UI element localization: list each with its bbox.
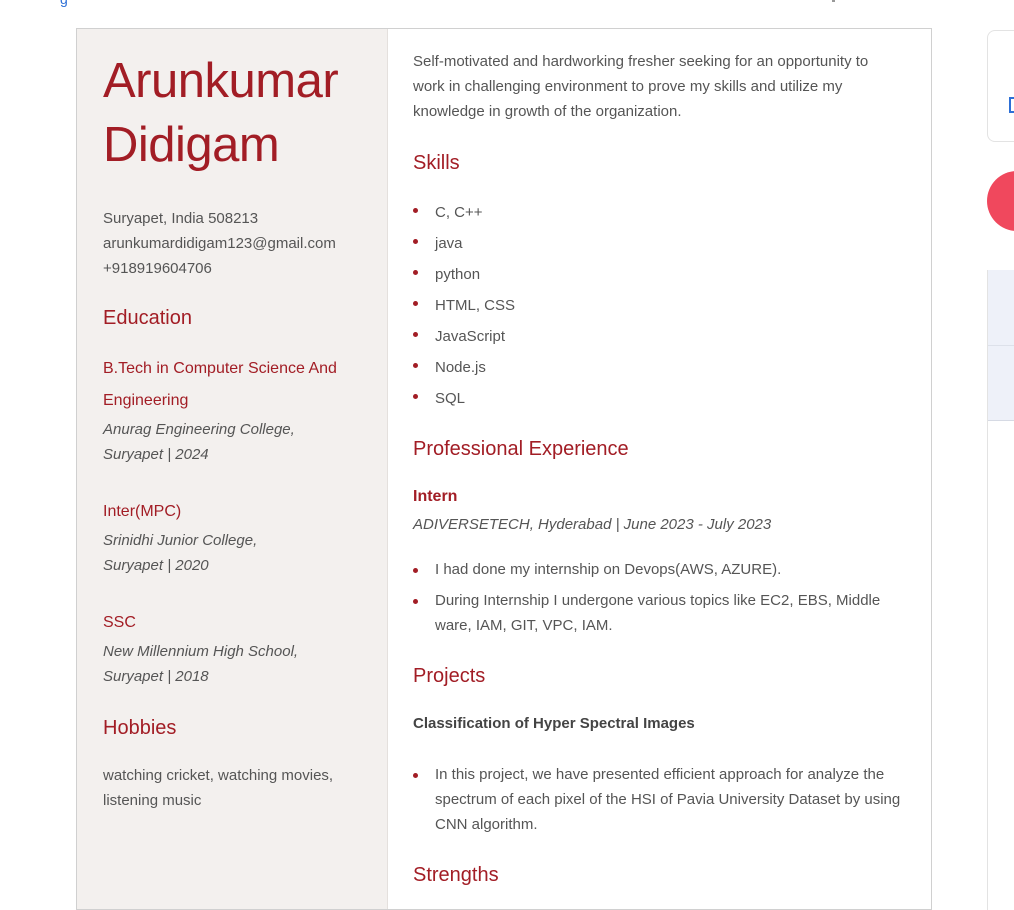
education-school-line: Suryapet | 2024	[103, 446, 209, 463]
contact-phone: +918919604706	[103, 260, 212, 277]
side-panel-divider	[988, 345, 1014, 346]
list-item: In this project, we have presented effic…	[413, 762, 903, 837]
project-bullets: In this project, we have presented effic…	[413, 762, 903, 837]
resume-preview: Arunkumar Didigam Suryapet, India 508213…	[76, 28, 932, 910]
summary-text: Self-motivated and hardworking fresher s…	[413, 53, 869, 120]
project-title: Classification of Hyper Spectral Images	[413, 715, 695, 732]
education-school-line: Suryapet | 2018	[103, 668, 209, 685]
list-item: python	[413, 259, 903, 290]
contact-email: arunkumardidigam123@gmail.com	[103, 235, 336, 252]
skills-heading: Skills	[413, 152, 460, 174]
list-item: SQL	[413, 383, 903, 414]
contact-address: Suryapet, India 508213	[103, 210, 259, 227]
education-degree-line: Engineering	[103, 392, 189, 409]
list-item: During Internship I undergone various to…	[413, 588, 903, 638]
education-degree: Inter(MPC)	[103, 503, 182, 520]
education-school-line: New Millennium High School,	[103, 643, 299, 660]
side-card[interactable]	[987, 30, 1014, 142]
name-first: Arunkumar	[103, 54, 339, 108]
education-item: B.Tech in Computer Science And Engineeri…	[103, 353, 373, 467]
partial-divider-mark	[832, 0, 835, 2]
education-school: Anurag Engineering College, Suryapet | 2…	[103, 417, 373, 467]
job-bullets: I had done my internship on Devops(AWS, …	[413, 557, 903, 638]
bracket-icon	[1009, 97, 1014, 113]
education-degree-line: B.Tech in Computer Science And	[103, 360, 337, 377]
action-circle-button[interactable]	[987, 171, 1014, 231]
job-meta: ADIVERSETECH, Hyderabad | June 2023 - Ju…	[413, 516, 772, 533]
education-item: Inter(MPC) Srinidhi Junior College, Sury…	[103, 496, 373, 578]
skills-list: C, C++ java python HTML, CSS JavaScript …	[413, 197, 903, 414]
job-title: Intern	[413, 488, 458, 505]
resume-sidebar: Arunkumar Didigam Suryapet, India 508213…	[77, 29, 388, 909]
education-school-line: Srinidhi Junior College,	[103, 532, 258, 549]
education-school: Srinidhi Junior College, Suryapet | 2020	[103, 528, 373, 578]
strengths-heading: Strengths	[413, 864, 499, 886]
education-school-line: Anurag Engineering College,	[103, 421, 295, 438]
hobbies-text: watching cricket, watching movies, liste…	[103, 767, 334, 809]
list-item: Node.js	[413, 352, 903, 383]
contact-block: Suryapet, India 508213 arunkumardidigam1…	[103, 206, 336, 281]
experience-heading: Professional Experience	[413, 438, 629, 460]
list-item: HTML, CSS	[413, 290, 903, 321]
side-panel	[987, 270, 1014, 910]
projects-heading: Projects	[413, 665, 486, 687]
list-item: I had done my internship on Devops(AWS, …	[413, 557, 903, 582]
list-item: JavaScript	[413, 321, 903, 352]
candidate-name: Arunkumar Didigam	[103, 49, 383, 177]
education-degree: SSC	[103, 614, 136, 631]
list-item: C, C++	[413, 197, 903, 228]
list-item: java	[413, 228, 903, 259]
education-school: New Millennium High School, Suryapet | 2…	[103, 639, 373, 689]
education-heading: Education	[103, 307, 192, 329]
hobbies-heading: Hobbies	[103, 717, 177, 739]
education-degree: B.Tech in Computer Science And Engineeri…	[103, 353, 373, 417]
education-item: SSC New Millennium High School, Suryapet…	[103, 607, 373, 689]
partial-link-glyph[interactable]: ǵ	[60, 0, 70, 6]
name-last: Didigam	[103, 118, 280, 172]
education-school-line: Suryapet | 2020	[103, 557, 209, 574]
